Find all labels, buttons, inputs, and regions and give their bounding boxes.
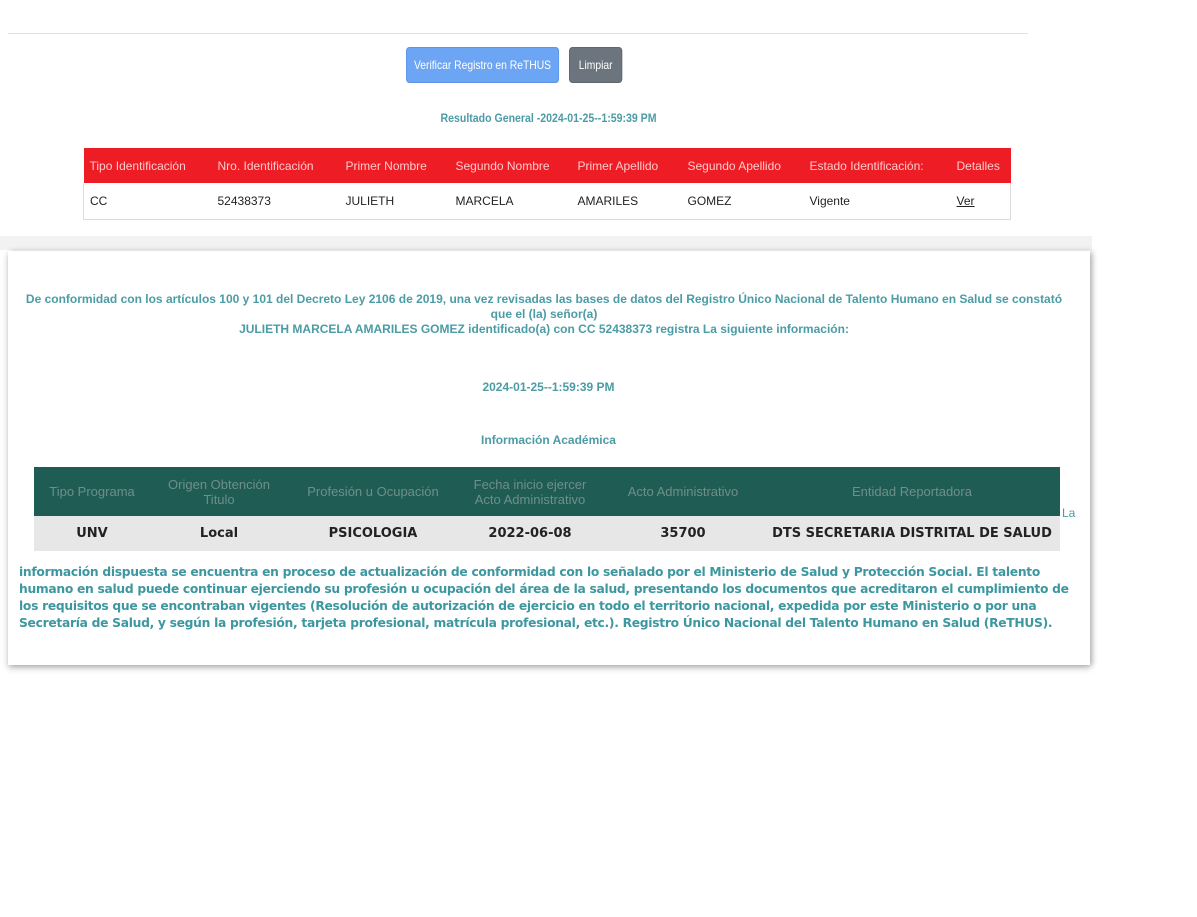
col-tipo-programa: Tipo Programa	[34, 467, 150, 516]
cell-tipo-identificacion: CC	[83, 183, 212, 220]
table-row: UNV Local PSICOLOGIA 2022-06-08 35700 DT…	[34, 516, 1060, 551]
cell-origen-obtencion: Local	[150, 516, 288, 551]
verify-rethus-button[interactable]: Verificar Registro en ReTHUS	[406, 47, 560, 83]
intro-line-2: JULIETH MARCELA AMARILES GOMEZ identific…	[239, 322, 849, 336]
academic-table: Tipo Programa Origen Obtención Titulo Pr…	[34, 467, 1060, 551]
col-acto-administrativo: Acto Administrativo	[602, 467, 764, 516]
col-origen-obtencion-titulo: Origen Obtención Titulo	[150, 467, 288, 516]
col-entidad-reportadora: Entidad Reportadora	[764, 467, 1060, 516]
col-tipo-identificacion: Tipo Identificación	[83, 148, 212, 183]
col-primer-nombre: Primer Nombre	[339, 148, 450, 183]
cell-primer-apellido: AMARILES	[571, 183, 682, 220]
academic-info-title: Información Académica	[481, 433, 616, 447]
cell-tipo-programa: UNV	[34, 516, 150, 551]
cell-acto-administrativo: 35700	[602, 516, 764, 551]
cell-entidad-reportadora: DTS SECRETARIA DISTRITAL DE SALUD	[764, 516, 1060, 551]
col-segundo-nombre: Segundo Nombre	[449, 148, 572, 183]
certificate-intro: De conformidad con los artículos 100 y 1…	[14, 292, 1074, 337]
col-nro-identificacion: Nro. Identificación	[211, 148, 340, 183]
col-estado-identificacion: Estado Identificación:	[803, 148, 951, 183]
cell-profesion: PSICOLOGIA	[288, 516, 458, 551]
card-separator	[0, 236, 1092, 250]
cell-detalles: Ver	[950, 183, 1011, 220]
col-segundo-apellido: Segundo Apellido	[681, 148, 804, 183]
top-divider	[8, 33, 1028, 34]
ver-details-link[interactable]: Ver	[957, 194, 975, 208]
col-detalles: Detalles	[950, 148, 1011, 183]
trailing-text: La	[1062, 506, 1076, 520]
cell-segundo-nombre: MARCELA	[449, 183, 572, 220]
academic-header-row: Tipo Programa Origen Obtención Titulo Pr…	[34, 467, 1060, 516]
result-title: Resultado General -2024-01-25--1:59:39 P…	[440, 111, 657, 125]
col-primer-apellido: Primer Apellido	[571, 148, 682, 183]
col-profesion-ocupacion: Profesión u Ocupación	[288, 467, 458, 516]
cell-nro-identificacion: 52438373	[211, 183, 340, 220]
cell-estado-identificacion: Vigente	[803, 183, 951, 220]
intro-line-1: De conformidad con los artículos 100 y 1…	[25, 292, 1063, 321]
cell-segundo-apellido: GOMEZ	[681, 183, 804, 220]
result-table: Tipo Identificación Nro. Identificación …	[83, 148, 1011, 220]
clear-button[interactable]: Limpiar	[569, 47, 623, 83]
cell-fecha-inicio: 2022-06-08	[458, 516, 602, 551]
cell-primer-nombre: JULIETH	[339, 183, 450, 220]
certificate-datetime: 2024-01-25--1:59:39 PM	[482, 380, 615, 394]
table-row: CC 52438373 JULIETH MARCELA AMARILES GOM…	[83, 183, 1011, 220]
col-fecha-inicio: Fecha inicio ejercer Acto Administrativo	[458, 467, 602, 516]
result-header-row: Tipo Identificación Nro. Identificación …	[83, 148, 1011, 183]
certificate-footer-text: información dispuesta se encuentra en pr…	[19, 565, 1069, 630]
